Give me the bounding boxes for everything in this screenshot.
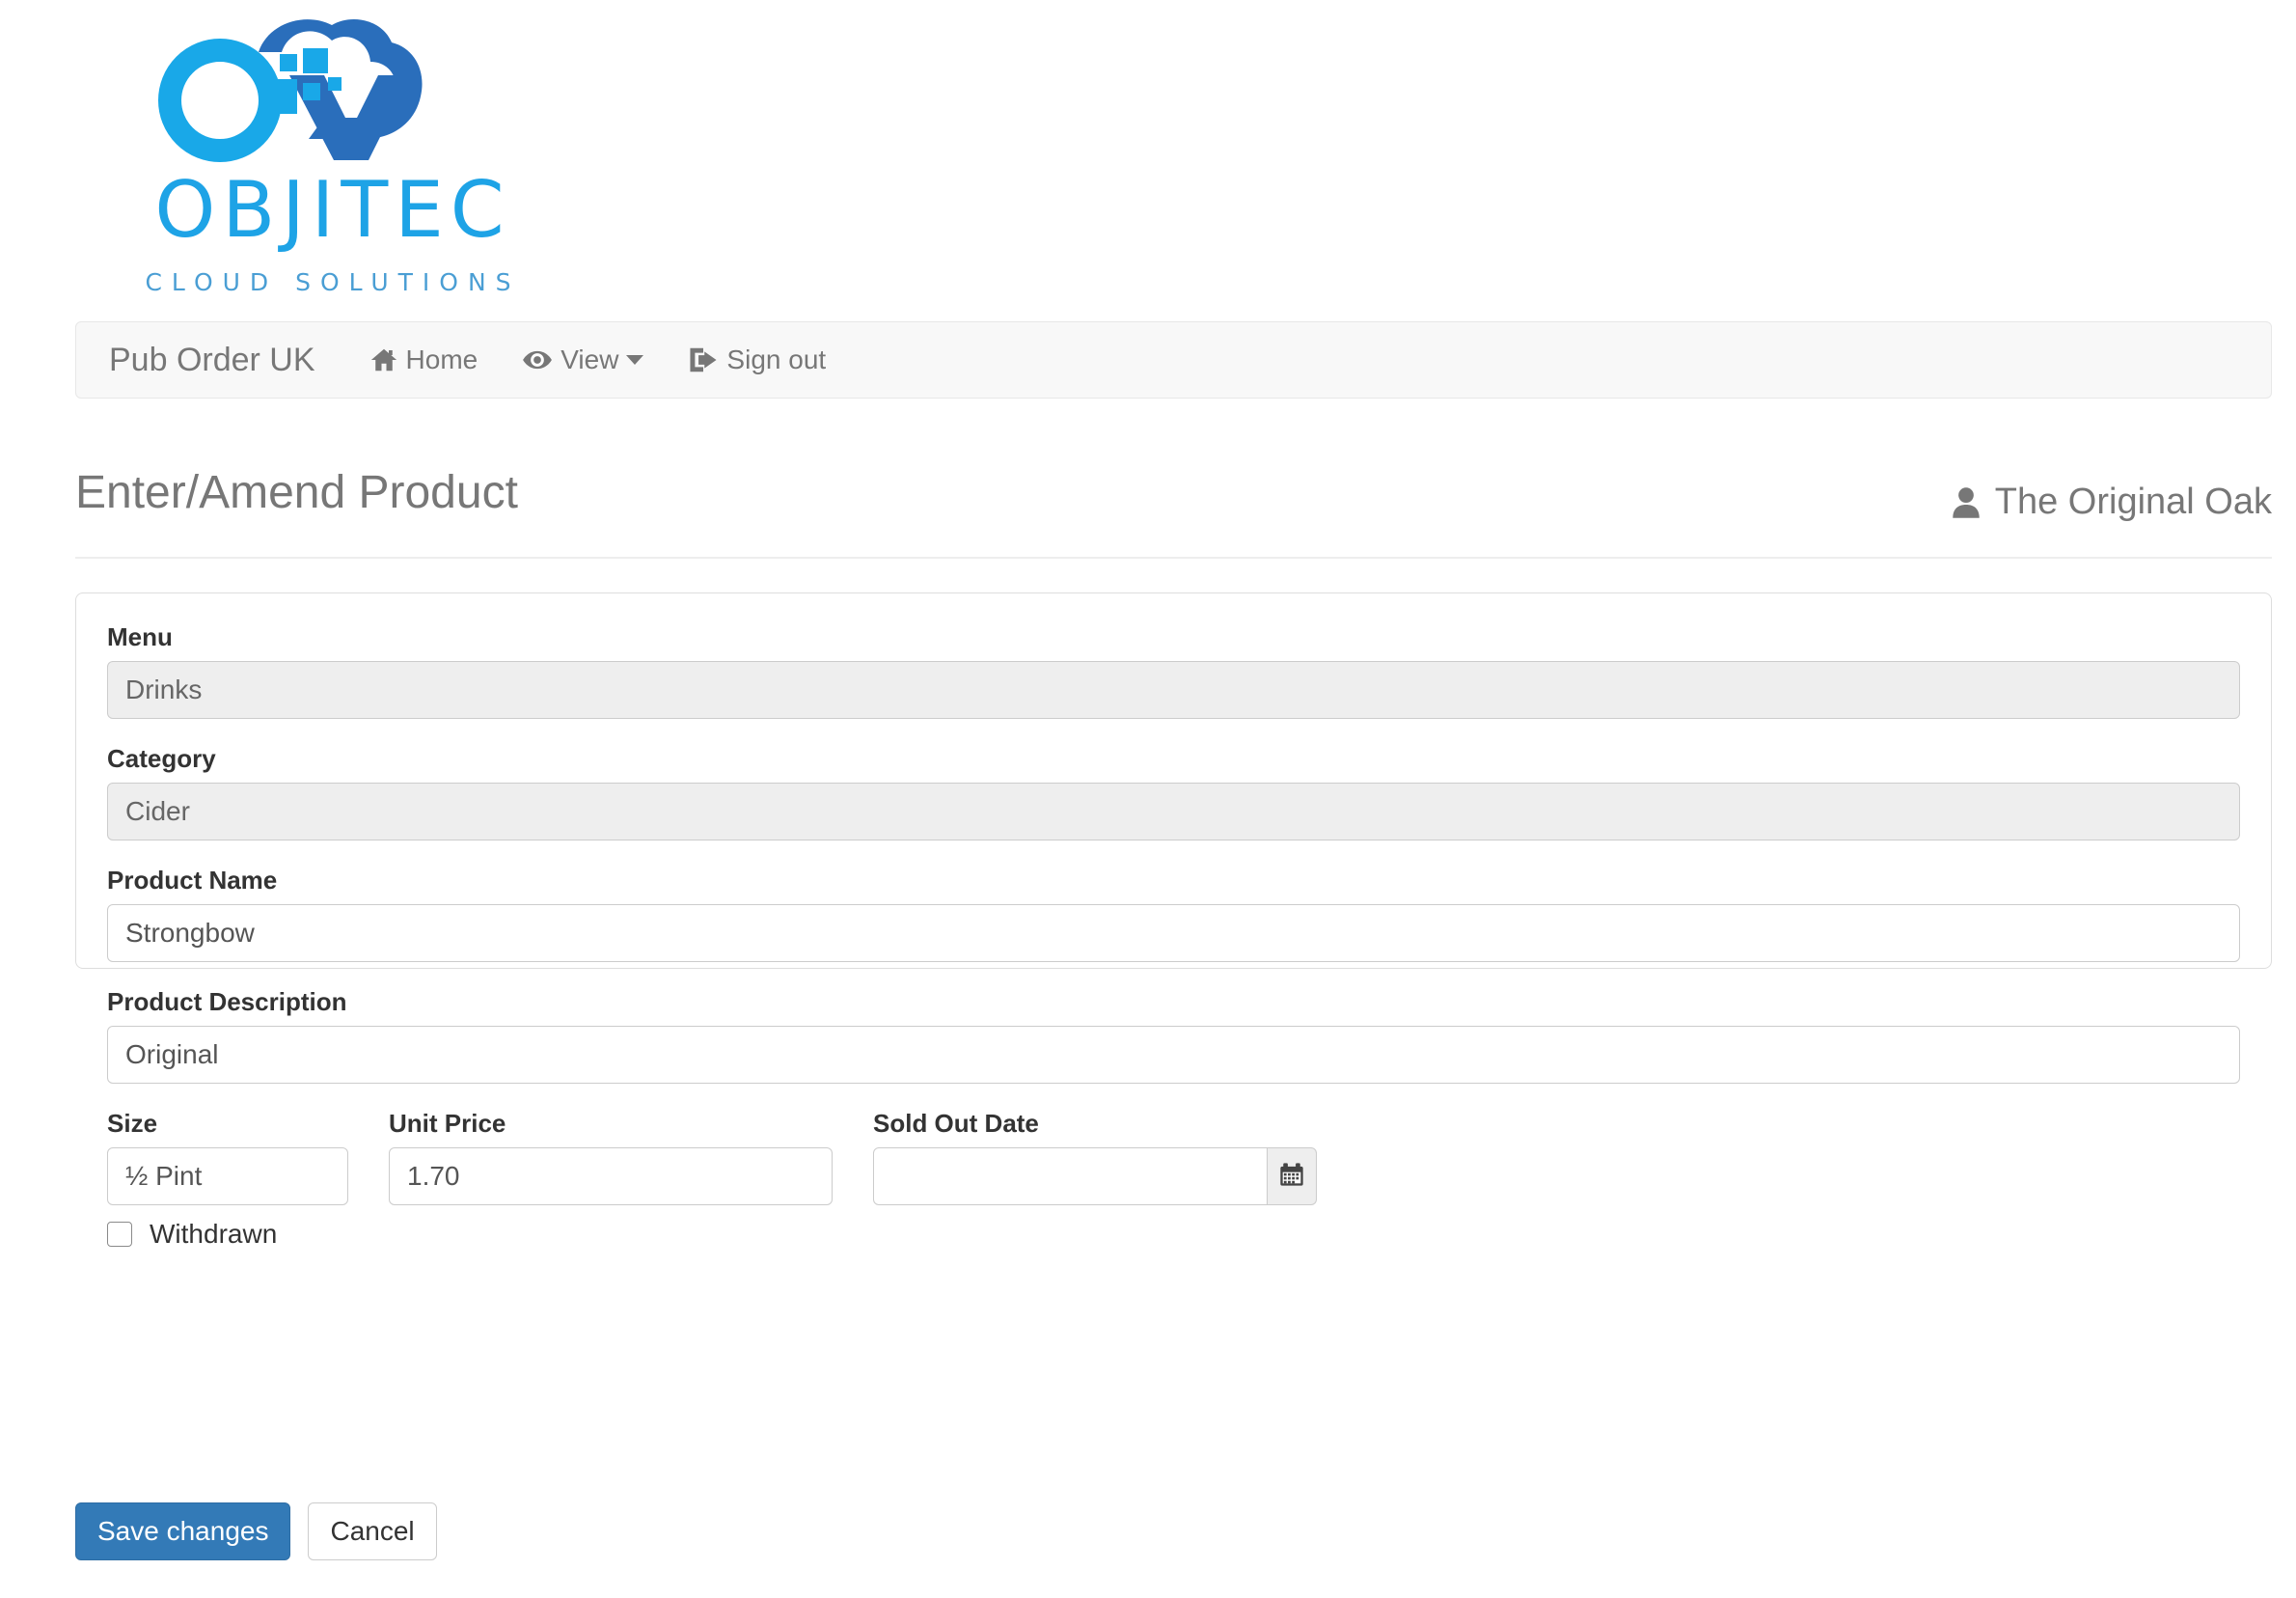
- calendar-picker-button[interactable]: [1267, 1147, 1317, 1205]
- save-changes-button[interactable]: Save changes: [75, 1502, 291, 1560]
- field-group-product-description: Product Description: [107, 989, 2240, 1084]
- page-title: Enter/Amend Product: [75, 467, 518, 518]
- unit-price-input[interactable]: [389, 1147, 833, 1205]
- category-label: Category: [107, 744, 216, 773]
- field-group-withdrawn: Withdrawn: [107, 1221, 2240, 1248]
- home-icon: [369, 345, 398, 374]
- field-group-unit-price: Unit Price: [389, 1111, 833, 1205]
- calendar-icon: [1278, 1161, 1305, 1193]
- product-form-panel: Menu Category Product Name Product Descr…: [75, 592, 2272, 1248]
- sold-out-date-input[interactable]: [873, 1147, 1268, 1205]
- withdrawn-label: Withdrawn: [150, 1219, 278, 1249]
- field-group-product-name: Product Name: [107, 868, 2240, 962]
- logo-wordmark: OBJITEC: [154, 165, 511, 255]
- current-user-label: The Original Oak: [1994, 482, 2272, 522]
- navbar-brand[interactable]: Pub Order UK: [109, 342, 315, 379]
- logo-tagline: CLOUD SOLUTIONS: [145, 268, 521, 296]
- current-user: The Original Oak: [1951, 482, 2272, 523]
- nav-item-sign-out[interactable]: Sign out: [688, 345, 826, 374]
- cancel-button[interactable]: Cancel: [308, 1502, 437, 1560]
- user-icon: [1951, 486, 1982, 519]
- field-group-size: Size: [107, 1111, 348, 1205]
- sold-out-date-group: [873, 1147, 1317, 1205]
- sold-out-date-label: Sold Out Date: [873, 1109, 1039, 1138]
- size-input[interactable]: [107, 1147, 348, 1205]
- eye-icon: [522, 345, 553, 374]
- withdrawn-checkbox[interactable]: [107, 1222, 132, 1247]
- field-group-menu: Menu: [107, 624, 2240, 719]
- nav-item-view-label: View: [560, 344, 619, 374]
- cloud-infinity-logo-icon: [145, 8, 434, 181]
- unit-price-label: Unit Price: [389, 1109, 506, 1138]
- form-actions: Save changes Cancel: [75, 1502, 437, 1560]
- product-description-label: Product Description: [107, 987, 347, 1016]
- menu-input: [107, 661, 2240, 719]
- field-group-sold-out-date: Sold Out Date: [873, 1111, 1317, 1205]
- menu-label: Menu: [107, 622, 173, 651]
- navbar: Pub Order UK Home View Sign out: [75, 321, 2272, 399]
- chevron-down-icon: [626, 355, 644, 365]
- category-input: [107, 783, 2240, 840]
- nav-item-sign-out-label: Sign out: [726, 344, 827, 374]
- nav-item-home[interactable]: Home: [369, 345, 478, 374]
- size-price-date-row: Size Unit Price Sold Out Date: [107, 1111, 2240, 1205]
- size-label: Size: [107, 1109, 158, 1138]
- page-header: Enter/Amend Product The Original Oak: [75, 467, 2272, 559]
- field-group-category: Category: [107, 746, 2240, 840]
- product-description-input[interactable]: [107, 1026, 2240, 1084]
- nav-item-home-label: Home: [405, 344, 478, 374]
- nav-item-view[interactable]: View: [522, 344, 644, 374]
- page-root: OBJITEC CLOUD SOLUTIONS Pub Order UK Hom…: [0, 0, 2296, 1598]
- sign-out-icon: [688, 345, 719, 374]
- product-name-input[interactable]: [107, 904, 2240, 962]
- company-logo: OBJITEC CLOUD SOLUTIONS: [96, 8, 637, 307]
- product-name-label: Product Name: [107, 866, 278, 895]
